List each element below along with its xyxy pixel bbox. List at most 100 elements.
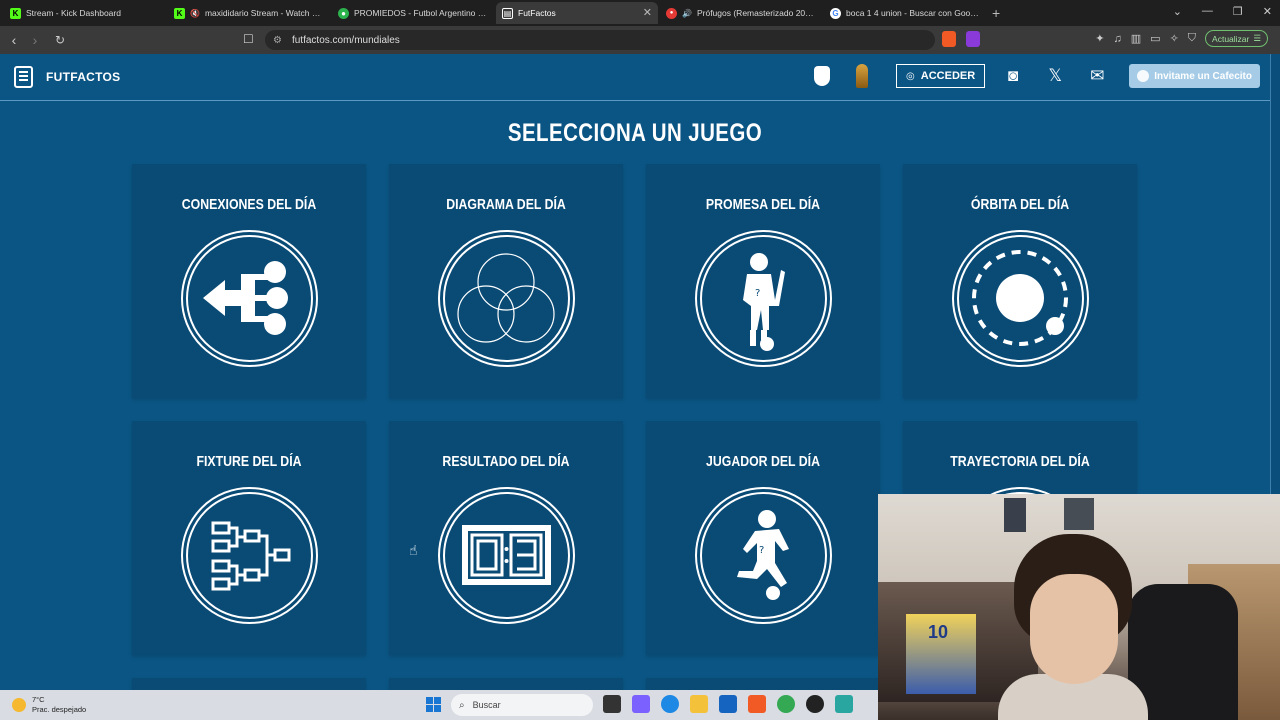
media-icon[interactable]: ♫ — [1114, 33, 1122, 45]
game-card-diagrama[interactable]: DIAGRAMA DEL DÍA — [389, 164, 623, 398]
browser-tab[interactable]: K Stream - Kick Dashboard — [4, 2, 166, 24]
bookmark-icon[interactable]: ☐ — [243, 32, 254, 46]
brave-shields-icon[interactable] — [942, 31, 956, 47]
url-bar[interactable]: ⚙ futfactos.com/mundiales — [265, 30, 935, 50]
notepad-icon[interactable] — [835, 695, 853, 713]
teams-icon[interactable] — [632, 695, 650, 713]
football-shirt: 10 — [906, 614, 976, 694]
vpn-icon[interactable]: ⛉ — [1188, 32, 1196, 45]
webcam-overlay: 10 — [878, 494, 1280, 720]
extensions-icon[interactable]: ✦ — [1095, 32, 1104, 45]
windows-start-icon[interactable] — [426, 697, 441, 712]
weather-widget[interactable]: 7°C Prac. despejado — [12, 695, 86, 715]
brave-browser-icon[interactable] — [748, 695, 766, 713]
world-cup-trophy-icon[interactable] — [856, 64, 869, 88]
kicking-player-icon: ? — [737, 510, 789, 600]
orbit-icon — [972, 250, 1068, 346]
speaker-icon[interactable]: 🔊 — [682, 9, 692, 18]
card-title: CONEXIONES DEL DÍA — [181, 196, 317, 213]
file-explorer-icon[interactable] — [690, 695, 708, 713]
youtube-favicon-icon: ● — [666, 7, 677, 19]
browser-tab[interactable]: K 🔇 maxididario Stream - Watch Live — [168, 2, 330, 24]
restore-icon[interactable]: ❐ — [1233, 5, 1243, 18]
card-title: TRAYECTORIA DEL DÍA — [950, 453, 1090, 470]
game-card-jugador[interactable]: JUGADOR DEL DÍA ? — [646, 421, 880, 655]
taskbar-search[interactable]: ⌕ Buscar — [451, 694, 593, 716]
reload-icon[interactable]: ↻ — [50, 33, 70, 47]
browser-tab-strip: K Stream - Kick Dashboard K 🔇 maxididari… — [0, 0, 1280, 26]
game-card-conexiones[interactable]: CONEXIONES DEL DÍA — [132, 164, 366, 398]
back-icon[interactable]: ‹ — [4, 32, 24, 48]
card-title: FIXTURE DEL DÍA — [196, 453, 302, 470]
bracket-icon — [211, 521, 291, 591]
muted-speaker-icon[interactable]: 🔇 — [190, 9, 200, 18]
weather-sun-icon — [12, 698, 26, 712]
menu-icon: ☰ — [1253, 33, 1261, 43]
search-icon: ⌕ — [459, 699, 465, 711]
streamer-face — [1030, 574, 1118, 684]
x-twitter-icon[interactable]: 𝕏 — [1045, 66, 1065, 86]
futfactos-favicon-icon: ▤ — [502, 7, 513, 19]
login-label: ACCEDER — [920, 70, 976, 82]
game-card-resultado[interactable]: RESULTADO DEL DÍA — [389, 421, 623, 655]
page-title: SELECCIONA UN JUEGO — [507, 119, 763, 147]
minimize-icon[interactable]: — — [1202, 5, 1213, 18]
tab-title: Prófugos (Remasterizado 2007) | — [696, 8, 816, 18]
chrome-icon[interactable] — [777, 695, 795, 713]
site-info-icon[interactable]: ⚙ — [273, 35, 282, 46]
kick-favicon-icon: K — [10, 7, 21, 19]
cafecito-button[interactable]: Invitame un Cafecito — [1129, 64, 1260, 88]
svg-text:?: ? — [755, 288, 760, 299]
new-tab-icon[interactable]: + — [992, 5, 1000, 21]
obs-icon[interactable] — [806, 695, 824, 713]
weather-text: 7°C Prac. despejado — [32, 695, 86, 715]
kick-favicon-icon: K — [174, 7, 185, 19]
game-card-promesa[interactable]: PROMESA DEL DÍA ? — [646, 164, 880, 398]
weather-temperature: 7°C — [32, 695, 45, 704]
forward-icon[interactable]: › — [25, 32, 45, 48]
taskbar-apps — [603, 695, 853, 713]
google-favicon-icon: G — [830, 7, 841, 19]
card-title: DIAGRAMA DEL DÍA — [446, 196, 566, 213]
tab-search-icon[interactable]: ⌄ — [1173, 5, 1182, 18]
browser-tab[interactable]: G boca 1 4 union - Buscar con Google — [824, 2, 986, 24]
shirt-number: 10 — [928, 622, 949, 642]
login-button[interactable]: ◎ ACCEDER — [896, 64, 986, 88]
update-label: Actualizar — [1212, 33, 1250, 44]
sidebar-icon[interactable]: ▥ — [1131, 32, 1141, 45]
close-tab-icon[interactable]: ✕ — [643, 6, 652, 19]
cafecito-cup-icon — [1137, 70, 1150, 82]
store-icon[interactable] — [719, 695, 737, 713]
browser-tab[interactable]: ● 🔊 Prófugos (Remasterizado 2007) | — [660, 2, 822, 24]
game-card-orbita[interactable]: ÓRBITA DEL DÍA — [903, 164, 1137, 398]
futfactos-logo-icon[interactable] — [14, 66, 33, 88]
card-title: JUGADOR DEL DÍA — [706, 453, 820, 470]
svg-text:?: ? — [759, 545, 764, 556]
header-actions: ◎ ACCEDER ◙ 𝕏 ✉ Invitame un Cafecito — [814, 64, 1260, 88]
edge-icon[interactable] — [661, 695, 679, 713]
scoreboard-icon — [462, 525, 551, 585]
browser-tab[interactable]: ● PROMIEDOS - Futbol Argentino - Fix — [332, 2, 494, 24]
card-title: RESULTADO DEL DÍA — [442, 453, 570, 470]
mail-icon[interactable]: ✉ — [1087, 66, 1107, 86]
game-card-fixture[interactable]: FIXTURE DEL DÍA — [132, 421, 366, 655]
close-window-icon[interactable]: ✕ — [1263, 5, 1272, 18]
club-shield-icon[interactable] — [814, 66, 831, 86]
promiedos-favicon-icon: ● — [338, 7, 349, 19]
tab-title: maxididario Stream - Watch Live — [204, 8, 324, 18]
leo-ai-icon[interactable]: ✧ — [1170, 32, 1179, 45]
wall-poster — [1004, 498, 1026, 532]
tab-title: boca 1 4 union - Buscar con Google — [846, 8, 980, 18]
instagram-icon[interactable]: ◙ — [1003, 66, 1023, 86]
mouse-pointer-icon: ☝ — [409, 542, 418, 558]
fingerprint-icon: ◎ — [906, 70, 915, 82]
site-logo-text[interactable]: FUTFACTOS — [46, 70, 120, 84]
task-view-icon[interactable] — [603, 695, 621, 713]
brave-rewards-icon[interactable] — [966, 31, 980, 47]
browser-tab-active[interactable]: ▤ FutFactos ✕ — [496, 2, 658, 24]
card-title: PROMESA DEL DÍA — [705, 196, 821, 213]
update-button[interactable]: Actualizar ☰ — [1205, 30, 1268, 47]
window-controls: ⌄ — ❐ ✕ — [1173, 5, 1272, 18]
tab-title: Stream - Kick Dashboard — [26, 8, 121, 18]
wallet-icon[interactable]: ▭ — [1150, 32, 1160, 45]
